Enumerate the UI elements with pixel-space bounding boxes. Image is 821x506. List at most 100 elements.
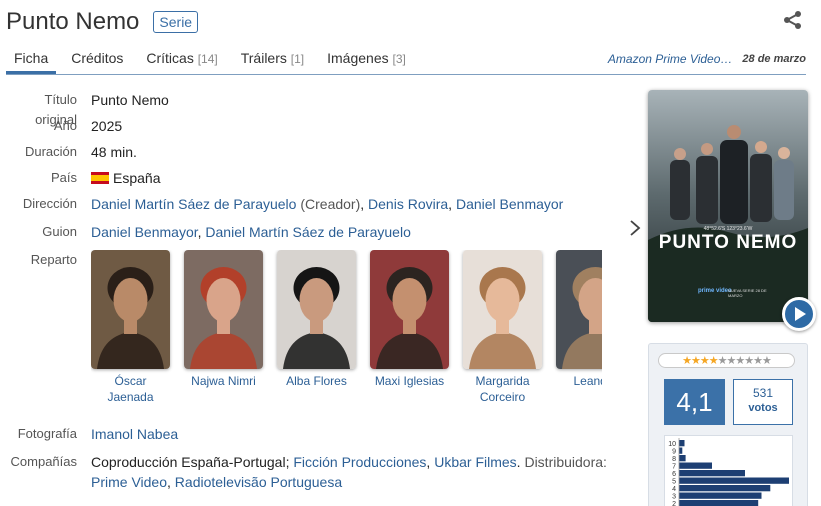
star-icon[interactable]: ★ [762,354,772,367]
histogram-label: 6 [672,471,676,478]
cast-photo[interactable] [370,250,449,369]
histogram-label: 3 [672,494,676,501]
tab-count: [14] [197,52,218,66]
director-value: Daniel Martín Sáez de Parayuelo (Creador… [91,196,564,212]
histogram-label: 8 [672,456,676,463]
companies-value: Coproducción España-Portugal; Ficción Pr… [91,454,607,490]
tab-creditos[interactable]: Créditos [63,46,131,74]
tab-count: [1] [290,52,305,66]
cast-name-link[interactable]: Maxi Iglesias [370,373,449,389]
country-value: España [91,168,640,194]
cast-photo[interactable] [91,250,170,369]
star-icon[interactable]: ★ [727,354,737,367]
director-link[interactable]: Daniel Martín Sáez de Parayuelo [91,196,296,212]
company-link[interactable]: Ukbar Filmes [434,454,516,470]
votes-box[interactable]: 531 votos [733,379,793,425]
histogram-bar [679,477,789,484]
tab-label: Críticas [146,50,194,66]
votes-count: 531 [752,386,774,400]
company-link[interactable]: Ficción Producciones [293,454,426,470]
writer-link[interactable]: Daniel Martín Sáez de Parayuelo [205,224,410,240]
star-icon[interactable]: ★ [753,354,763,367]
tab-criticas[interactable]: Críticas [14] [138,46,225,74]
poster-caption: NUEVA SERIE 28 DE MARZO [728,288,767,298]
histogram-bar [679,462,712,469]
cast-name-link[interactable]: Alba Flores [277,373,356,389]
row-guion: Guion Daniel Benmayor, Daniel Martín Sáe… [0,222,640,250]
cast-photo[interactable] [277,250,356,369]
row-anio: Año 2025 [0,116,640,142]
company-link[interactable]: Prime Video [91,474,167,490]
histogram-label: 7 [672,464,676,471]
field-label: Fotografía [17,426,77,441]
year-value: 2025 [91,118,123,134]
star-icon[interactable]: ★ [691,354,701,367]
row-fotografia: Fotografía Imanol Nabea [0,424,640,452]
row-companias: Compañías Coproducción España-Portugal; … [0,452,640,492]
cast-member[interactable]: Alba Flores [277,250,356,424]
rating-histogram: 10987654321 [664,435,793,506]
tab-label: Créditos [71,50,124,66]
histogram-bar [679,492,762,499]
type-badge: Serie [153,11,199,33]
writer-value: Daniel Benmayor, Daniel Martín Sáez de P… [91,224,411,240]
writer-link[interactable]: Daniel Benmayor [91,224,198,240]
duration-value: 48 min. [91,144,137,160]
tab-imagenes[interactable]: Imágenes [3] [319,46,414,74]
cast-name-link[interactable]: Najwa Nimri [184,373,263,389]
cast-member[interactable]: Óscar Jaenada [91,250,170,424]
cast-name-link[interactable]: Óscar Jaenada [91,373,170,405]
director-link[interactable]: Denis Rovira [368,196,448,212]
histogram-label: 9 [672,449,676,456]
cast-member[interactable]: Leander [556,250,602,424]
director-role: (Creador) [300,196,361,212]
votes-label: votos [748,402,778,414]
star-icon[interactable]: ★ [682,354,692,367]
cast-photo[interactable] [184,250,263,369]
cast-name-link[interactable]: Margarida Corceiro [463,373,542,405]
share-icon[interactable] [783,10,803,30]
tab-label: Tráilers [240,50,287,66]
tab-trailers[interactable]: Tráilers [1] [233,46,312,74]
title-row: Punto Nemo Serie [6,6,199,38]
play-trailer-button[interactable] [782,297,816,331]
tab-ficha[interactable]: Ficha [6,46,57,74]
director-link[interactable]: Daniel Benmayor [456,196,563,212]
cast-member[interactable]: Maxi Iglesias [370,250,449,424]
average-rating: 4,1 [664,379,725,425]
histogram-chart: 10987654321 [668,438,789,506]
poster-image[interactable]: 48°52.6′S 123°23.6′W PUNTO NEMO prime vi… [648,90,808,322]
cast-carousel: Óscar Jaenada Najwa Nimri Alba Flores Maxi … [91,250,602,424]
company-link[interactable]: Radiotelevisão Portuguesa [175,474,342,490]
cast-name-link[interactable]: Leander [556,373,602,389]
tab-bar: Ficha Créditos Críticas [14] Tráilers [1… [6,46,806,75]
cast-photo[interactable] [463,250,542,369]
page-title: Punto Nemo [6,8,140,35]
row-reparto: Reparto Óscar Jaenada Najwa Nimri Alba Flo… [0,250,640,424]
chevron-right-icon[interactable] [628,218,642,238]
star-icon[interactable]: ★ [709,354,719,367]
release-info: Amazon Prime Video… 28 de marzo [608,46,806,66]
cast-photo[interactable] [556,250,602,369]
field-label: Duración [24,144,77,159]
cast-member[interactable]: Margarida Corceiro [463,250,542,424]
field-label: País [50,170,77,185]
star-icon[interactable]: ★ [718,354,728,367]
cast-member[interactable]: Najwa Nimri [184,250,263,424]
poster-title: PUNTO NEMO [658,232,798,253]
star-icon[interactable]: ★ [735,354,745,367]
histogram-label: 10 [668,441,676,448]
distributor-label: Distribuidora: [524,454,607,470]
histogram-bar [679,455,686,462]
companies-text: Coproducción España-Portugal; [91,454,290,470]
field-label: Guion [42,224,77,239]
cinematographer-link[interactable]: Imanol Nabea [91,426,178,442]
country-name: España [113,170,161,186]
star-icon[interactable]: ★ [700,354,710,367]
poster-brand: prime video [698,288,732,294]
histogram-bar [679,440,685,447]
platform-link[interactable]: Amazon Prime Video… [608,52,733,66]
histogram-bar [679,470,745,477]
star-icon[interactable]: ★ [744,354,754,367]
star-rating[interactable]: ★ ★ ★ ★ ★ ★ ★ ★ ★ ★ [658,353,795,368]
